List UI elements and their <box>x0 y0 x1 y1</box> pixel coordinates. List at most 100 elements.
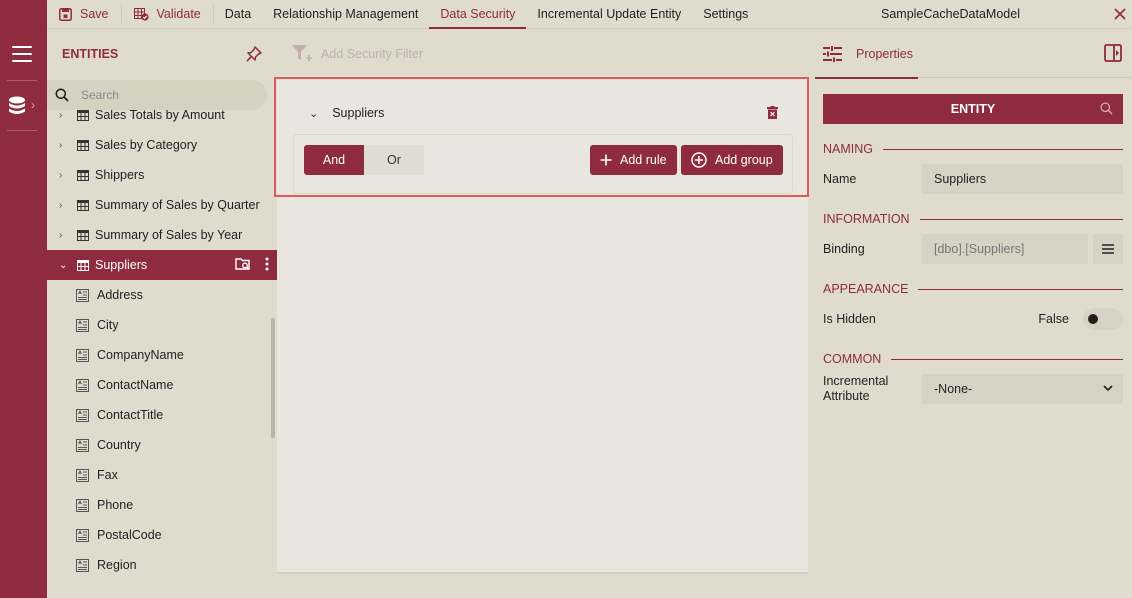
and-option[interactable]: And <box>304 145 364 175</box>
text-field-icon <box>76 438 89 452</box>
add-circle-icon <box>691 152 707 168</box>
field-item-postalcode[interactable]: PostalCode <box>47 520 277 550</box>
tab-properties[interactable]: Properties <box>815 30 918 79</box>
tab-data-security[interactable]: Data Security <box>429 0 527 29</box>
validate-button[interactable]: Validate <box>122 0 213 29</box>
chevron-right-icon[interactable]: › <box>31 98 35 112</box>
search-icon[interactable] <box>1100 102 1113 115</box>
field-item-contacttitle[interactable]: ContactTitle <box>47 400 277 430</box>
name-field[interactable]: Suppliers <box>922 164 1123 194</box>
field-label: ContactName <box>97 378 174 392</box>
field-item-address[interactable]: Address <box>47 280 277 310</box>
field-item-fax[interactable]: Fax <box>47 460 277 490</box>
text-field-icon <box>76 498 89 512</box>
is-hidden-toggle[interactable] <box>1083 308 1123 330</box>
field-item-contactname[interactable]: ContactName <box>47 370 277 400</box>
more-options-icon[interactable] <box>265 257 269 271</box>
save-icon <box>59 7 72 21</box>
security-toolbar: Add Security Filter <box>277 30 808 78</box>
table-icon <box>77 259 89 271</box>
chevron-right-icon[interactable]: › <box>59 200 69 211</box>
tab-data[interactable]: Data <box>214 0 262 29</box>
field-label: Region <box>97 558 137 572</box>
menu-icon[interactable] <box>12 46 32 63</box>
text-field-icon <box>76 318 89 332</box>
close-icon[interactable] <box>1112 6 1128 22</box>
tree-item-shippers[interactable]: › Shippers <box>47 160 277 190</box>
incremental-row: Incremental Attribute -None- <box>823 374 1123 404</box>
tree-item-label: Shippers <box>95 168 145 182</box>
tree-item-summary-of-sales-by-year[interactable]: › Summary of Sales by Year <box>47 220 277 250</box>
tab-relationship-management[interactable]: Relationship Management <box>262 0 429 29</box>
chevron-down-icon[interactable]: ⌄ <box>59 260 69 271</box>
table-icon <box>77 199 89 211</box>
search-input[interactable] <box>81 88 231 102</box>
binding-field: [dbo].[Suppliers] <box>922 234 1088 264</box>
table-icon <box>77 169 89 181</box>
add-group-button[interactable]: Add group <box>681 145 783 175</box>
validate-icon <box>133 7 149 21</box>
filter-group-body: And Or Add rule Add group <box>293 134 793 194</box>
binding-menu-button[interactable] <box>1093 234 1123 264</box>
incremental-label: Incremental Attribute <box>823 374 889 403</box>
field-item-city[interactable]: City <box>47 310 277 340</box>
database-icon[interactable] <box>8 96 26 116</box>
rail-divider <box>7 130 37 131</box>
chevron-right-icon[interactable]: › <box>59 140 69 151</box>
incremental-attribute-select[interactable]: -None- <box>922 374 1123 404</box>
folder-search-icon[interactable] <box>235 257 251 271</box>
security-canvas: ⌄ Suppliers And Or Add rule Add group <box>274 77 809 574</box>
add-security-filter-button[interactable]: Add Security Filter <box>321 47 423 61</box>
text-field-icon <box>76 468 89 482</box>
pin-icon[interactable] <box>245 45 263 63</box>
tree-item-sales-by-category[interactable]: › Sales by Category <box>47 130 277 160</box>
text-field-icon <box>76 528 89 542</box>
chevron-down-icon <box>1103 385 1113 392</box>
section-appearance: APPEARANCE <box>823 282 1123 296</box>
search-icon <box>55 88 69 102</box>
entity-search[interactable] <box>47 80 267 110</box>
add-rule-button[interactable]: Add rule <box>590 145 677 175</box>
or-option[interactable]: Or <box>364 145 424 175</box>
properties-panel: Properties ENTITY NAMING Name Suppliers … <box>815 30 1132 598</box>
save-button[interactable]: Save <box>47 0 121 29</box>
binding-row: Binding [dbo].[Suppliers] <box>823 234 1123 264</box>
is-hidden-value: False <box>1038 312 1069 326</box>
rail-divider <box>7 80 37 81</box>
tree-item-label: Sales by Category <box>95 138 198 152</box>
section-title: NAMING <box>823 142 873 156</box>
tab-incremental-update-entity[interactable]: Incremental Update Entity <box>526 0 692 29</box>
field-item-phone[interactable]: Phone <box>47 490 277 520</box>
tree-item-label: Summary of Sales by Year <box>95 228 243 242</box>
field-label: PostalCode <box>97 528 162 542</box>
chevron-down-icon[interactable]: ⌄ <box>309 107 318 120</box>
app-rail: › <box>0 0 47 598</box>
field-item-region[interactable]: Region <box>47 550 277 580</box>
properties-tab-label: Properties <box>856 47 913 61</box>
menu-icon <box>1102 244 1114 254</box>
tree-item-suppliers[interactable]: ⌄ Suppliers <box>47 250 277 280</box>
entity-scrollbar[interactable] <box>271 318 275 438</box>
field-label: City <box>97 318 119 332</box>
delete-icon[interactable] <box>767 106 778 119</box>
tab-settings[interactable]: Settings <box>692 0 759 29</box>
section-title: INFORMATION <box>823 212 910 226</box>
section-common: COMMON <box>823 352 1123 366</box>
chevron-right-icon[interactable]: › <box>59 110 69 121</box>
table-icon <box>77 229 89 241</box>
field-item-country[interactable]: Country <box>47 430 277 460</box>
field-label: Address <box>97 288 143 302</box>
text-field-icon <box>76 288 89 302</box>
incremental-value: -None- <box>934 382 973 396</box>
chevron-right-icon[interactable]: › <box>59 230 69 241</box>
entities-title: ENTITIES <box>62 47 119 61</box>
text-field-icon <box>76 408 89 422</box>
name-row: Name Suppliers <box>823 164 1123 194</box>
model-title: SampleCacheDataModel <box>881 7 1020 21</box>
tree-item-summary-of-sales-by-quarter[interactable]: › Summary of Sales by Quarter <box>47 190 277 220</box>
chevron-right-icon[interactable]: › <box>59 170 69 181</box>
section-information: INFORMATION <box>823 212 1123 226</box>
field-item-companyname[interactable]: CompanyName <box>47 340 277 370</box>
add-filter-icon <box>292 45 312 61</box>
collapse-panel-icon[interactable] <box>1104 44 1122 62</box>
